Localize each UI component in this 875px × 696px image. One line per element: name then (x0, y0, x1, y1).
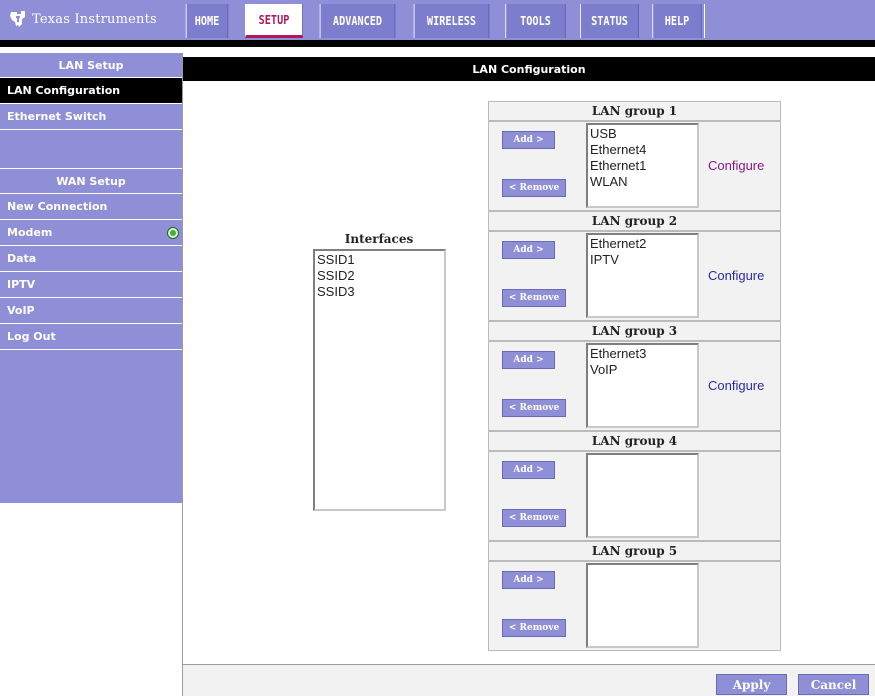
remove-button[interactable]: < Remove (502, 399, 566, 417)
lan-group-2-panel: Add > < Remove Ethernet2 IPTV Configure (488, 231, 781, 321)
lan-group-1-listbox[interactable]: USB Ethernet4 Ethernet1 WLAN (586, 123, 699, 208)
add-button[interactable]: Add > (502, 351, 555, 369)
list-item[interactable]: Ethernet1 (590, 158, 695, 174)
interfaces-listbox[interactable]: SSID1 SSID2 SSID3 (313, 249, 446, 511)
top-nav-bar: Texas Instruments HOME SETUP ADVANCED WI… (0, 0, 875, 40)
lan-group-4-listbox[interactable] (586, 453, 699, 538)
nav-filler (704, 4, 875, 38)
sidebar-item-iptv[interactable]: IPTV (0, 272, 182, 298)
apply-button[interactable]: Apply (716, 674, 787, 695)
list-item[interactable]: USB (590, 126, 695, 142)
remove-button[interactable]: < Remove (502, 619, 566, 637)
lan-group-1-title: LAN group 1 (488, 101, 781, 121)
configure-link[interactable]: Configure (708, 378, 764, 393)
sidebar-item-modem[interactable]: Modem (0, 220, 182, 246)
sidebar: LAN Setup LAN Configuration Ethernet Swi… (0, 53, 182, 503)
lan-group-4-title: LAN group 4 (488, 431, 781, 451)
lan-group-3-listbox[interactable]: Ethernet3 VoIP (586, 343, 699, 428)
brand-logo: Texas Instruments (0, 0, 182, 38)
configure-link[interactable]: Configure (708, 268, 764, 283)
sidebar-item-log-out[interactable]: Log Out (0, 324, 182, 350)
page-title: LAN Configuration (183, 57, 875, 81)
sidebar-item-lan-configuration[interactable]: LAN Configuration (0, 78, 182, 104)
sidebar-spacer (0, 130, 182, 169)
lan-group-1-panel: Add > < Remove USB Ethernet4 Ethernet1 W… (488, 121, 781, 211)
list-item[interactable]: SSID1 (317, 252, 442, 268)
lan-group-3-title: LAN group 3 (488, 321, 781, 341)
tab-advanced[interactable]: ADVANCED (319, 4, 396, 38)
brand-name: Texas Instruments (32, 11, 157, 27)
list-item[interactable]: VoIP (590, 362, 695, 378)
tab-setup[interactable]: SETUP (245, 4, 303, 38)
footer-bar: Apply Cancel (183, 664, 875, 696)
lan-group-5-panel: Add > < Remove (488, 561, 781, 651)
remove-button[interactable]: < Remove (502, 509, 566, 527)
list-item[interactable]: Ethernet2 (590, 236, 695, 252)
lan-group-5-title: LAN group 5 (488, 541, 781, 561)
interfaces-label: Interfaces (344, 232, 414, 246)
configure-link[interactable]: Configure (708, 158, 764, 173)
add-button[interactable]: Add > (502, 131, 555, 149)
add-button[interactable]: Add > (502, 461, 555, 479)
lan-group-2-title: LAN group 2 (488, 211, 781, 231)
list-item[interactable]: SSID2 (317, 268, 442, 284)
lan-group-2-listbox[interactable]: Ethernet2 IPTV (586, 233, 699, 318)
tab-tools[interactable]: TOOLS (505, 4, 566, 38)
lan-group-3-panel: Add > < Remove Ethernet3 VoIP Configure (488, 341, 781, 431)
sidebar-item-voip[interactable]: VoIP (0, 298, 182, 324)
content-divider (182, 53, 183, 696)
add-button[interactable]: Add > (502, 241, 555, 259)
lan-group-5-listbox[interactable] (586, 563, 699, 648)
sidebar-item-data[interactable]: Data (0, 246, 182, 272)
texas-instruments-logo-icon (10, 11, 25, 27)
list-item[interactable]: Ethernet3 (590, 346, 695, 362)
list-item[interactable]: IPTV (590, 252, 695, 268)
lan-group-4-panel: Add > < Remove (488, 451, 781, 541)
header-divider (0, 40, 875, 47)
list-item[interactable]: WLAN (590, 174, 695, 190)
cancel-button[interactable]: Cancel (798, 674, 869, 695)
status-led-icon (168, 228, 178, 238)
sidebar-header-wan-setup: WAN Setup (0, 169, 182, 194)
remove-button[interactable]: < Remove (502, 289, 566, 307)
sidebar-header-lan-setup: LAN Setup (0, 53, 182, 78)
sidebar-item-label: Modem (7, 226, 53, 239)
list-item[interactable]: SSID3 (317, 284, 442, 300)
tab-wireless[interactable]: WIRELESS (413, 4, 490, 38)
remove-button[interactable]: < Remove (502, 179, 566, 197)
sidebar-item-ethernet-switch[interactable]: Ethernet Switch (0, 104, 182, 130)
sidebar-item-new-connection[interactable]: New Connection (0, 194, 182, 220)
tab-status[interactable]: STATUS (580, 4, 639, 38)
tab-home[interactable]: HOME (185, 4, 229, 38)
add-button[interactable]: Add > (502, 571, 555, 589)
tab-help[interactable]: HELP (652, 4, 702, 38)
list-item[interactable]: Ethernet4 (590, 142, 695, 158)
